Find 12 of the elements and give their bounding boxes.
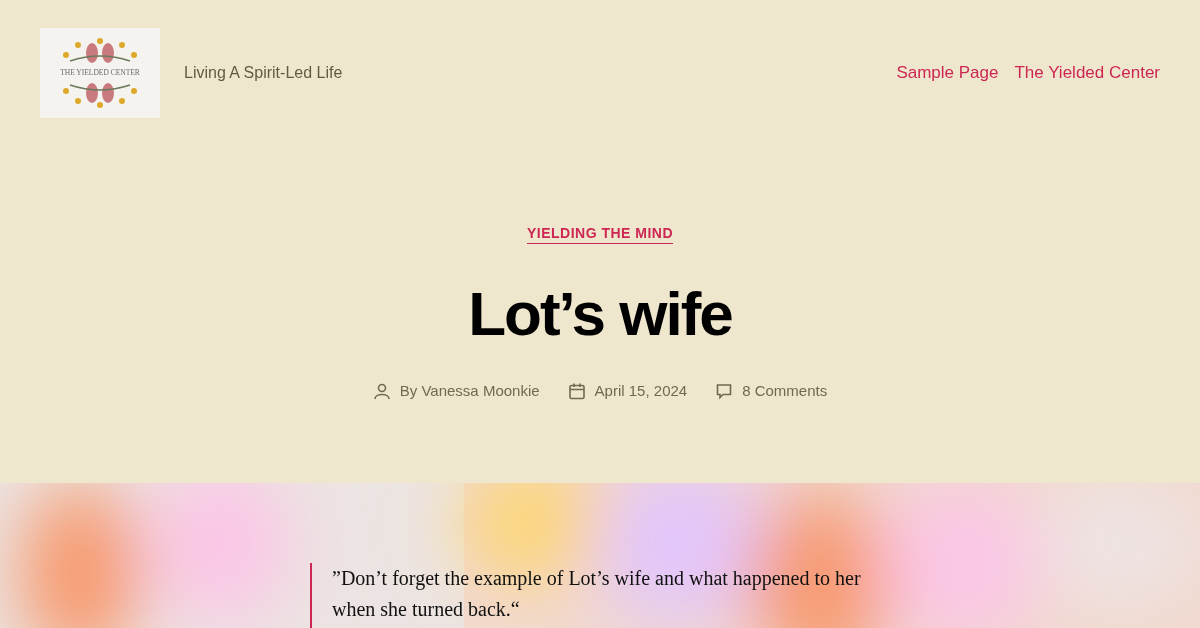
nav-link[interactable]: The Yielded Center	[1014, 60, 1160, 86]
category-link[interactable]: YIELDING THE MIND	[526, 223, 674, 244]
nav-link[interactable]: Sample Page	[896, 60, 999, 86]
speech-bubble-icon	[715, 382, 734, 401]
post-title: Lot’s wife	[468, 278, 732, 350]
calendar-icon	[567, 382, 586, 401]
person-icon	[372, 382, 391, 401]
site-tagline: Living A Spirit-Led Life	[184, 63, 343, 83]
comments-link[interactable]: 8 Comments	[742, 380, 828, 403]
date-link[interactable]: April 15, 2024	[594, 380, 688, 403]
quote-text: ”Don’t forget the example of Lot’s wife and what happened to her when she turned back.“	[332, 566, 862, 622]
author-link[interactable]: By Vanessa Moonkie	[399, 380, 540, 403]
